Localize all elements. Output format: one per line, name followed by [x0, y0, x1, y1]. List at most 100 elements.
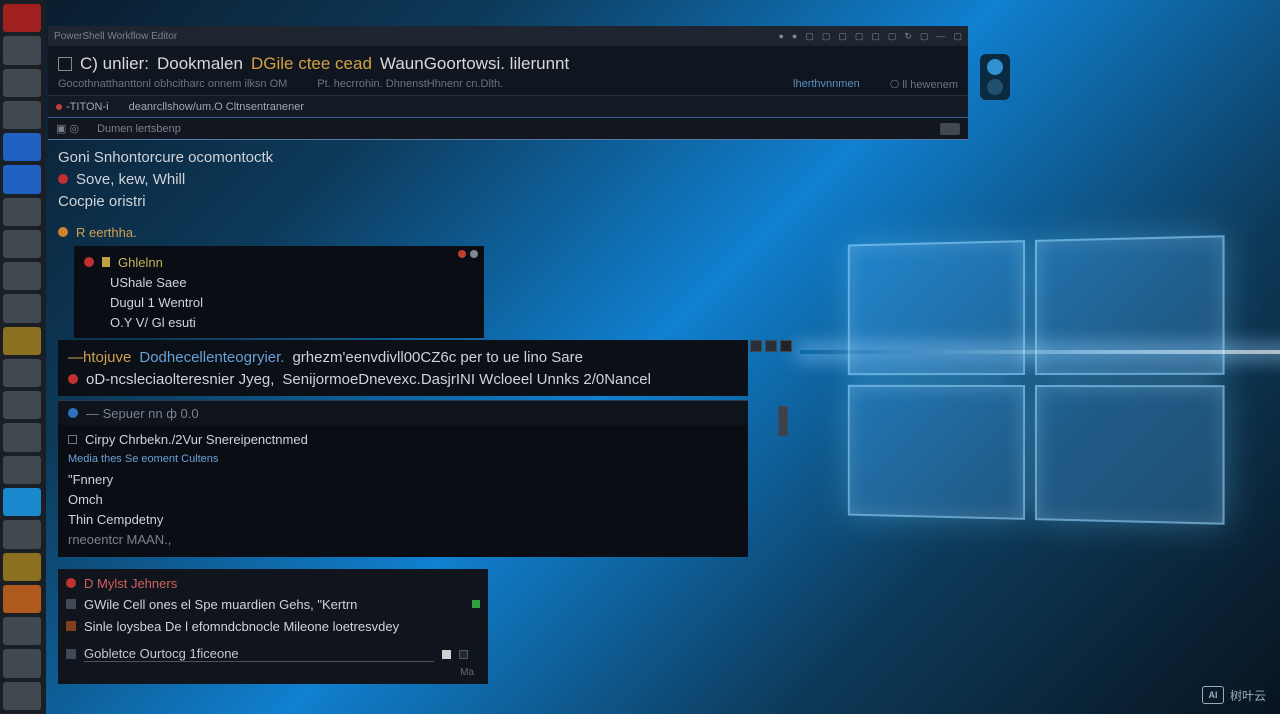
lock-icon: [102, 257, 110, 267]
taskbar-app-11[interactable]: [3, 327, 41, 355]
taskbar-app-1[interactable]: [3, 4, 41, 32]
strip-max-icon[interactable]: [765, 340, 777, 352]
line-b1-3: Cocpie oristri: [58, 193, 146, 210]
header-sub-2: Pt. hecrrohin. DhnenstHhnenr cn.Dlth.: [317, 78, 503, 91]
taskbar-app-8[interactable]: [3, 230, 41, 258]
p2-l6: rneoentcr MAAN.,: [68, 532, 171, 547]
taskbar-app-3[interactable]: [3, 69, 41, 97]
tab-bar: -TITON-i deanrcllshow/um.O Cltnsentranen…: [48, 96, 968, 118]
header-seg-1: C) unlier:: [80, 54, 149, 74]
mid-l1b: Dodhecellenteogryier.: [139, 349, 284, 366]
header-seg-3: DGile ctee cead: [251, 54, 372, 74]
strip-min-icon[interactable]: [750, 340, 762, 352]
header-sub-3: lherthvnnmen: [793, 78, 860, 91]
taskbar-app-5[interactable]: [3, 133, 41, 161]
p2-l5: Thin Cempdetny: [68, 512, 163, 527]
toolbar-right-button[interactable]: [940, 123, 960, 135]
taskbar-app-6[interactable]: [3, 165, 41, 193]
p2-l1: Cirpy Chrbekn./2Vur Snereipenctnmed: [85, 432, 308, 447]
mid-l2b: SenijormoeDnevexc.DasjrINI Wcloeel Unnks…: [282, 371, 650, 388]
window-title: PowerShell Workflow Editor: [54, 31, 177, 42]
taskbar-app-20[interactable]: [3, 617, 41, 645]
n1-l3: Dugul 1 Wentrol: [110, 295, 203, 310]
camera-lens-icon: [987, 59, 1003, 75]
taskbar-app-19[interactable]: [3, 585, 41, 613]
camera-dot-icon: [987, 79, 1003, 95]
taskbar-app-15[interactable]: [3, 456, 41, 484]
taskbar-app-14[interactable]: [3, 423, 41, 451]
strip-window-controls: [750, 340, 792, 352]
taskbar-app-10[interactable]: [3, 294, 41, 322]
bullet-icon: [66, 621, 76, 631]
n1-l1: Ghlelnn: [118, 255, 163, 270]
titlebar-system-icons: ●●▢▢▢▢▢▢↻▢—▢: [778, 31, 962, 42]
tab-1-label: -TITON-i: [66, 101, 109, 113]
message-strip: —htojuve Dodhecellenteogryier. grhezm'ee…: [58, 340, 748, 396]
input-suffix-icon: [459, 650, 468, 659]
header-seg-4: WaunGoortowsi. lilerunnt: [380, 54, 569, 74]
minimize-icon[interactable]: [470, 250, 478, 258]
mid-l1a: —htojuve: [68, 349, 131, 366]
command-panel-status: Ma: [66, 665, 480, 680]
line-b1-1: Goni Snhontorcure ocomontoctk: [58, 149, 273, 166]
strip-close-icon[interactable]: [780, 340, 792, 352]
watermark-badge: AI: [1202, 686, 1224, 704]
status-dot-icon: [472, 600, 480, 608]
gutter-marker-icon[interactable]: [66, 578, 76, 588]
gutter-marker-icon[interactable]: [58, 174, 68, 184]
gutter-marker-icon[interactable]: [58, 227, 68, 237]
p2-hdr: — Sepuer nn ф 0.0: [86, 406, 199, 421]
toolbar-crumb-icon: ▣ ◎: [56, 122, 79, 135]
taskbar-app-9[interactable]: [3, 262, 41, 290]
foot-l1: GWile Cell ones el Spe muardien Gehs, "K…: [84, 597, 357, 612]
taskbar-app-12[interactable]: [3, 359, 41, 387]
details-scroll-thumb[interactable]: [778, 406, 788, 436]
sub-toolbar: ▣ ◎ Dumen lertsbenp: [48, 118, 968, 140]
section-label-2: R eerthha.: [76, 225, 137, 240]
foot-hdr: D Mylst Jehners: [84, 576, 177, 591]
close-icon[interactable]: [458, 250, 466, 258]
taskbar-app-17[interactable]: [3, 520, 41, 548]
code-area[interactable]: Goni Snhontorcure ocomontoctk Sove, kew,…: [48, 140, 968, 372]
gutter-marker-icon[interactable]: [84, 257, 94, 267]
p2-l2: Media thes Se eoment Cultens: [68, 453, 218, 465]
camera-widget[interactable]: [980, 54, 1010, 100]
checkbox-icon[interactable]: [68, 435, 77, 444]
taskbar-app-22[interactable]: [3, 682, 41, 710]
taskbar: [0, 0, 46, 714]
n1-l2: UShale Saee: [110, 275, 187, 290]
tab-2[interactable]: deanrcllshow/um.O Cltnsentranener: [129, 101, 304, 113]
p2-l4: Omch: [68, 492, 103, 507]
taskbar-app-18[interactable]: [3, 553, 41, 581]
tab-1[interactable]: -TITON-i: [56, 101, 109, 113]
header-sub-1: Gocothnatthanttonl obhcitharc onnem ilks…: [58, 78, 287, 91]
document-header: C) unlier: Dookmalen DGile ctee cead Wau…: [48, 46, 968, 96]
taskbar-app-7[interactable]: [3, 198, 41, 226]
taskbar-app-21[interactable]: [3, 649, 41, 677]
watermark-text: 树叶云: [1230, 687, 1266, 704]
taskbar-app-2[interactable]: [3, 36, 41, 64]
details-panel: — Sepuer nn ф 0.0 Cirpy Chrbekn./2Vur Sn…: [58, 400, 748, 540]
foot-l2: Sinle loysbea De l efomndcbnocle Mileone…: [84, 619, 399, 634]
bullet-icon: [66, 599, 76, 609]
p2-l3: "Fnnery: [68, 472, 113, 487]
doc-icon: [58, 57, 72, 71]
input-icon: [66, 649, 76, 659]
header-seg-2: Dookmalen: [157, 54, 243, 74]
nested-panel-controls: [458, 250, 478, 258]
watermark: AI 树叶云: [1202, 686, 1266, 704]
gutter-marker-icon[interactable]: [68, 374, 78, 384]
header-sub-4: ⎔ ll hewenem: [890, 78, 958, 91]
toolbar-crumb[interactable]: Dumen lertsbenp: [97, 123, 181, 135]
taskbar-app-4[interactable]: [3, 101, 41, 129]
taskbar-app-16[interactable]: [3, 488, 41, 516]
command-input[interactable]: [84, 646, 434, 662]
command-panel: D Mylst Jehners GWile Cell ones el Spe m…: [58, 569, 488, 684]
taskbar-app-13[interactable]: [3, 391, 41, 419]
mid-l1c: grhezm'eenvdivll00CZ6c per to ue lino Sa…: [292, 349, 583, 366]
n1-l4: O.Y V/ Gl esuti: [110, 315, 196, 330]
gutter-marker-icon[interactable]: [68, 408, 78, 418]
line-b1-2: Sove, kew, Whill: [76, 171, 185, 188]
window-titlebar[interactable]: PowerShell Workflow Editor ●●▢▢▢▢▢▢↻▢—▢: [48, 26, 968, 46]
nested-panel-1: Ghlelnn UShale Saee Dugul 1 Wentrol O.Y …: [74, 246, 484, 338]
